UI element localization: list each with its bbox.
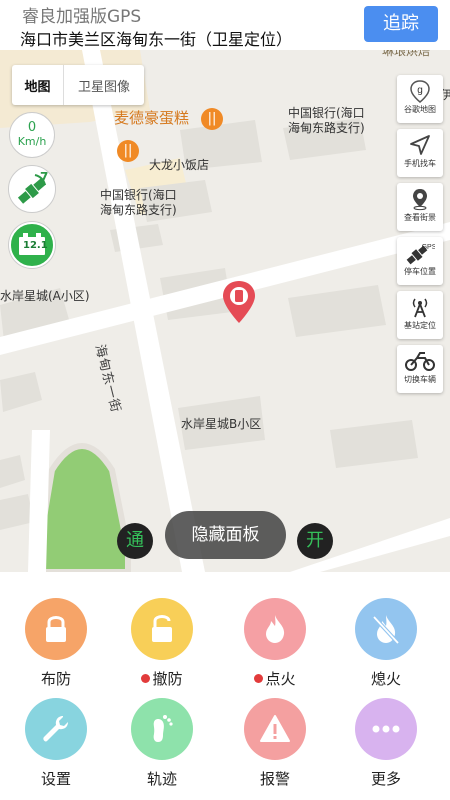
gps-signal-count: 7 [40, 170, 49, 184]
phone-find-car-label: 手机找车 [404, 159, 436, 168]
app-title: 睿良加强版GPS [22, 7, 142, 27]
ignition-on-label-text: 点火 [265, 670, 296, 688]
google-maps-label: 谷歌地图 [404, 105, 436, 114]
arm-button[interactable]: 布防 [11, 598, 101, 689]
speed-indicator: 0 Km/h [9, 112, 55, 158]
google-maps-button[interactable]: g 谷歌地图 [397, 75, 443, 123]
arm-circle [25, 598, 87, 660]
track-history-circle [131, 698, 193, 760]
disarm-circle [131, 598, 193, 660]
battery-indicator: 12.1 [9, 222, 55, 268]
arm-label-text: 布防 [40, 670, 71, 688]
cake-shop-label: 麦德豪蛋糕 [114, 109, 190, 127]
more-icon [372, 725, 400, 733]
arm-label: 布防 [11, 668, 101, 689]
bank-label-1: 中国银行(海口 海甸东路支行) [288, 106, 365, 136]
cake-shop-icon: || [201, 108, 223, 130]
app-screen: 睿良加强版GPS 海口市美兰区海甸东一街（卫星定位） 追踪 || 麦德豪蛋糕 |… [0, 0, 450, 800]
speed-value: 0 [27, 120, 37, 135]
google-maps-icon: g [410, 80, 430, 103]
switch-vehicle-button[interactable]: 切换车辆 [397, 345, 443, 393]
base-station-button[interactable]: 基站定位 [397, 291, 443, 339]
ignition-on-button[interactable]: 点火 [230, 598, 320, 689]
ignition-off-circle [355, 598, 417, 660]
more-circle [355, 698, 417, 760]
open-toggle[interactable]: 开 [297, 523, 333, 559]
motorcycle-icon [405, 352, 435, 371]
lock-icon [46, 616, 66, 642]
more-label: 更多 [341, 768, 431, 789]
parking-location-button[interactable]: GPS 停车位置 [397, 237, 443, 285]
gps-signal-indicator: 7 [8, 165, 56, 213]
connect-toggle[interactable]: 通 [117, 523, 153, 559]
disarm-button[interactable]: 撤防 [117, 598, 207, 689]
alarm-circle [244, 698, 306, 760]
alarm-label-text: 报警 [259, 770, 290, 788]
base-station-label: 基站定位 [404, 321, 436, 330]
track-button[interactable]: 追踪 [364, 6, 438, 42]
switch-vehicle-label: 切换车辆 [404, 375, 436, 384]
more-label-text: 更多 [370, 770, 401, 788]
alarm-button[interactable]: 报警 [230, 698, 320, 789]
bank-label-2: 中国银行(海口 海甸东路支行) [100, 188, 177, 218]
control-panel: 布防 撤防 点火 熄火 设置 轨迹 报警 更多 [0, 572, 450, 800]
bank-label-2-line2: 海甸东路支行) [100, 203, 177, 217]
footprint-icon [153, 715, 173, 742]
restaurant-icon: || [117, 140, 139, 162]
gps-satellite-icon: GPS [406, 244, 435, 265]
wrench-icon [43, 716, 68, 742]
settings-label: 设置 [11, 768, 101, 789]
warning-icon [260, 715, 290, 742]
community-a-label: 水岸星城(A小区) [0, 289, 90, 303]
bank-label-1-line2: 海甸东路支行) [288, 121, 365, 135]
navigation-arrow-icon [410, 135, 430, 155]
vehicle-location-marker[interactable] [220, 279, 258, 331]
speed-unit: Km/h [17, 135, 47, 148]
bank-label-1-line1: 中国银行(海口 [288, 106, 365, 120]
ignition-off-label: 熄火 [341, 668, 431, 689]
street-view-button[interactable]: 查看街景 [397, 183, 443, 231]
restaurant-label: 大龙小饭店 [149, 158, 210, 172]
ignition-on-label: 点火 [230, 668, 320, 689]
track-history-label: 轨迹 [117, 768, 207, 789]
ignition-off-label-text: 熄火 [370, 670, 401, 688]
battery-voltage: 12.1 [23, 240, 48, 251]
map-type-satellite[interactable]: 卫星图像 [64, 65, 144, 105]
ignition-on-status-dot [254, 674, 264, 683]
map-view[interactable]: || 麦德豪蛋糕 || 大龙小饭店 中国银行(海口 海甸东路支行) 中国银行(海… [0, 50, 450, 572]
header-bar: 睿良加强版GPS 海口市美兰区海甸东一街（卫星定位） 追踪 [0, 0, 450, 50]
ignition-on-circle [244, 598, 306, 660]
svg-text:GPS: GPS [422, 244, 435, 251]
settings-circle [25, 698, 87, 760]
cell-tower-icon [412, 298, 428, 318]
map-type-map[interactable]: 地图 [12, 65, 64, 105]
disarm-status-dot [141, 674, 151, 683]
street-view-pin-icon [413, 189, 427, 211]
top-edge-label: 琳琅烘焙 [382, 50, 431, 58]
disarm-label-text: 撤防 [152, 670, 183, 688]
phone-find-car-button[interactable]: 手机找车 [397, 129, 443, 177]
track-history-label-text: 轨迹 [146, 770, 177, 788]
flame-icon [266, 615, 285, 643]
svg-text:g: g [417, 85, 423, 96]
bank-label-2-line1: 中国银行(海口 [100, 188, 177, 202]
settings-button[interactable]: 设置 [11, 698, 101, 789]
location-pin-icon [223, 281, 255, 323]
current-address: 海口市美兰区海甸东一街（卫星定位） [20, 30, 293, 49]
track-history-button[interactable]: 轨迹 [117, 698, 207, 789]
ignition-off-button[interactable]: 熄火 [341, 598, 431, 689]
more-button[interactable]: 更多 [341, 698, 431, 789]
map-type-toggle: 地图 卫星图像 [12, 65, 144, 105]
flame-off-icon [372, 615, 400, 645]
street-view-label: 查看街景 [404, 213, 436, 222]
hide-panel-button[interactable]: 隐藏面板 [165, 511, 286, 559]
disarm-label: 撤防 [117, 668, 207, 689]
settings-label-text: 设置 [40, 770, 71, 788]
community-b-label: 水岸星城B小区 [181, 417, 262, 431]
alarm-label: 报警 [230, 768, 320, 789]
parking-location-label: 停车位置 [404, 267, 436, 276]
unlock-icon [152, 615, 172, 642]
